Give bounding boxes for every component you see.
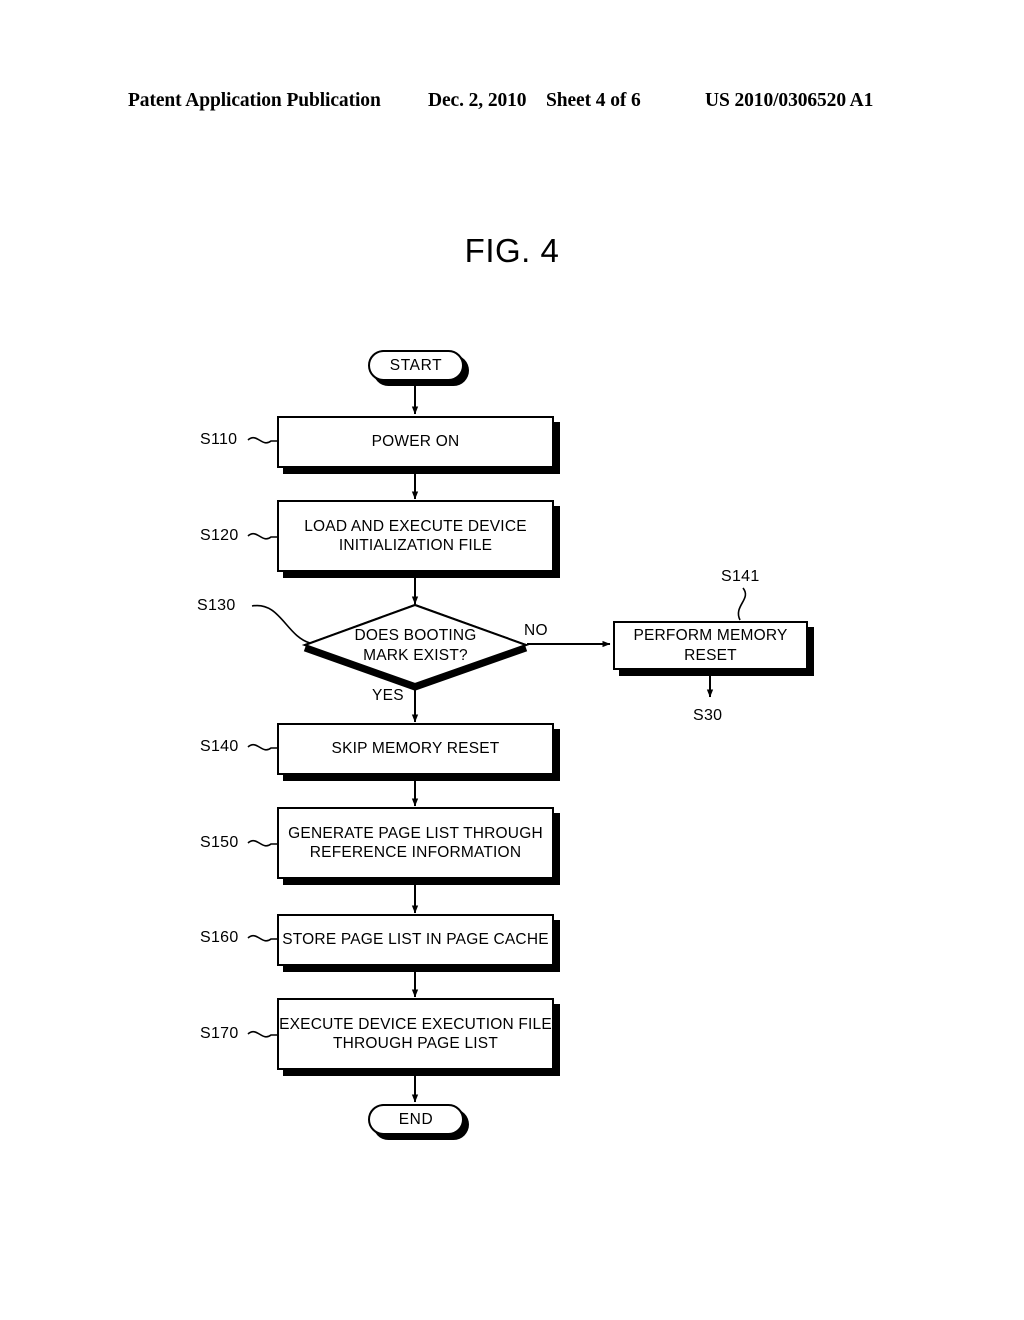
step-ref-s30: S30 [693,707,723,724]
leader-line-s130 [251,604,311,644]
process-box-s150-label: GENERATE PAGE LIST THROUGH REFERENCE INF… [288,824,543,862]
decision-diamond-s130-label: DOES BOOTING MARK EXIST? [354,627,477,664]
process-box-s110: POWER ON [277,416,554,468]
terminator-end: END [368,1104,464,1135]
terminator-start-label: START [389,356,443,374]
leader-line-s140 [247,743,277,751]
leader-line-s120 [247,532,277,540]
step-ref-s110: S110 [200,431,238,448]
leader-line-s170 [247,1030,277,1038]
process-box-s150: GENERATE PAGE LIST THROUGH REFERENCE INF… [277,807,554,879]
process-box-s170: EXECUTE DEVICE EXECUTION FILE THROUGH PA… [277,998,554,1070]
leader-line-s150 [247,839,277,847]
process-box-s160: STORE PAGE LIST IN PAGE CACHE [277,914,554,966]
terminator-end-label: END [398,1110,434,1128]
process-box-s120-label: LOAD AND EXECUTE DEVICE INITIALIZATION F… [304,517,527,555]
process-box-s141-label: PERFORM MEMORY RESET [633,627,788,664]
step-ref-s130: S130 [197,597,236,614]
process-box-s170-label: EXECUTE DEVICE EXECUTION FILE THROUGH PA… [279,1015,552,1053]
step-ref-s120: S120 [200,527,239,544]
branch-label-yes: YES [372,687,404,704]
leader-line-s160 [247,934,277,942]
leader-line-s141 [737,587,747,621]
step-ref-s150: S150 [200,834,239,851]
step-ref-s141: S141 [721,568,760,585]
leader-line-s110 [247,436,277,444]
step-ref-s170: S170 [200,1025,239,1042]
process-box-s120: LOAD AND EXECUTE DEVICE INITIALIZATION F… [277,500,554,572]
process-box-s141: PERFORM MEMORY RESET [613,621,808,670]
process-box-s140: SKIP MEMORY RESET [277,723,554,775]
step-ref-s160: S160 [200,929,239,946]
step-ref-s140: S140 [200,738,239,755]
branch-label-no: NO [524,622,548,639]
process-box-s110-label: POWER ON [371,433,460,451]
terminator-start: START [368,350,464,381]
process-box-s140-label: SKIP MEMORY RESET [331,740,500,758]
process-box-s160-label: STORE PAGE LIST IN PAGE CACHE [282,931,549,949]
